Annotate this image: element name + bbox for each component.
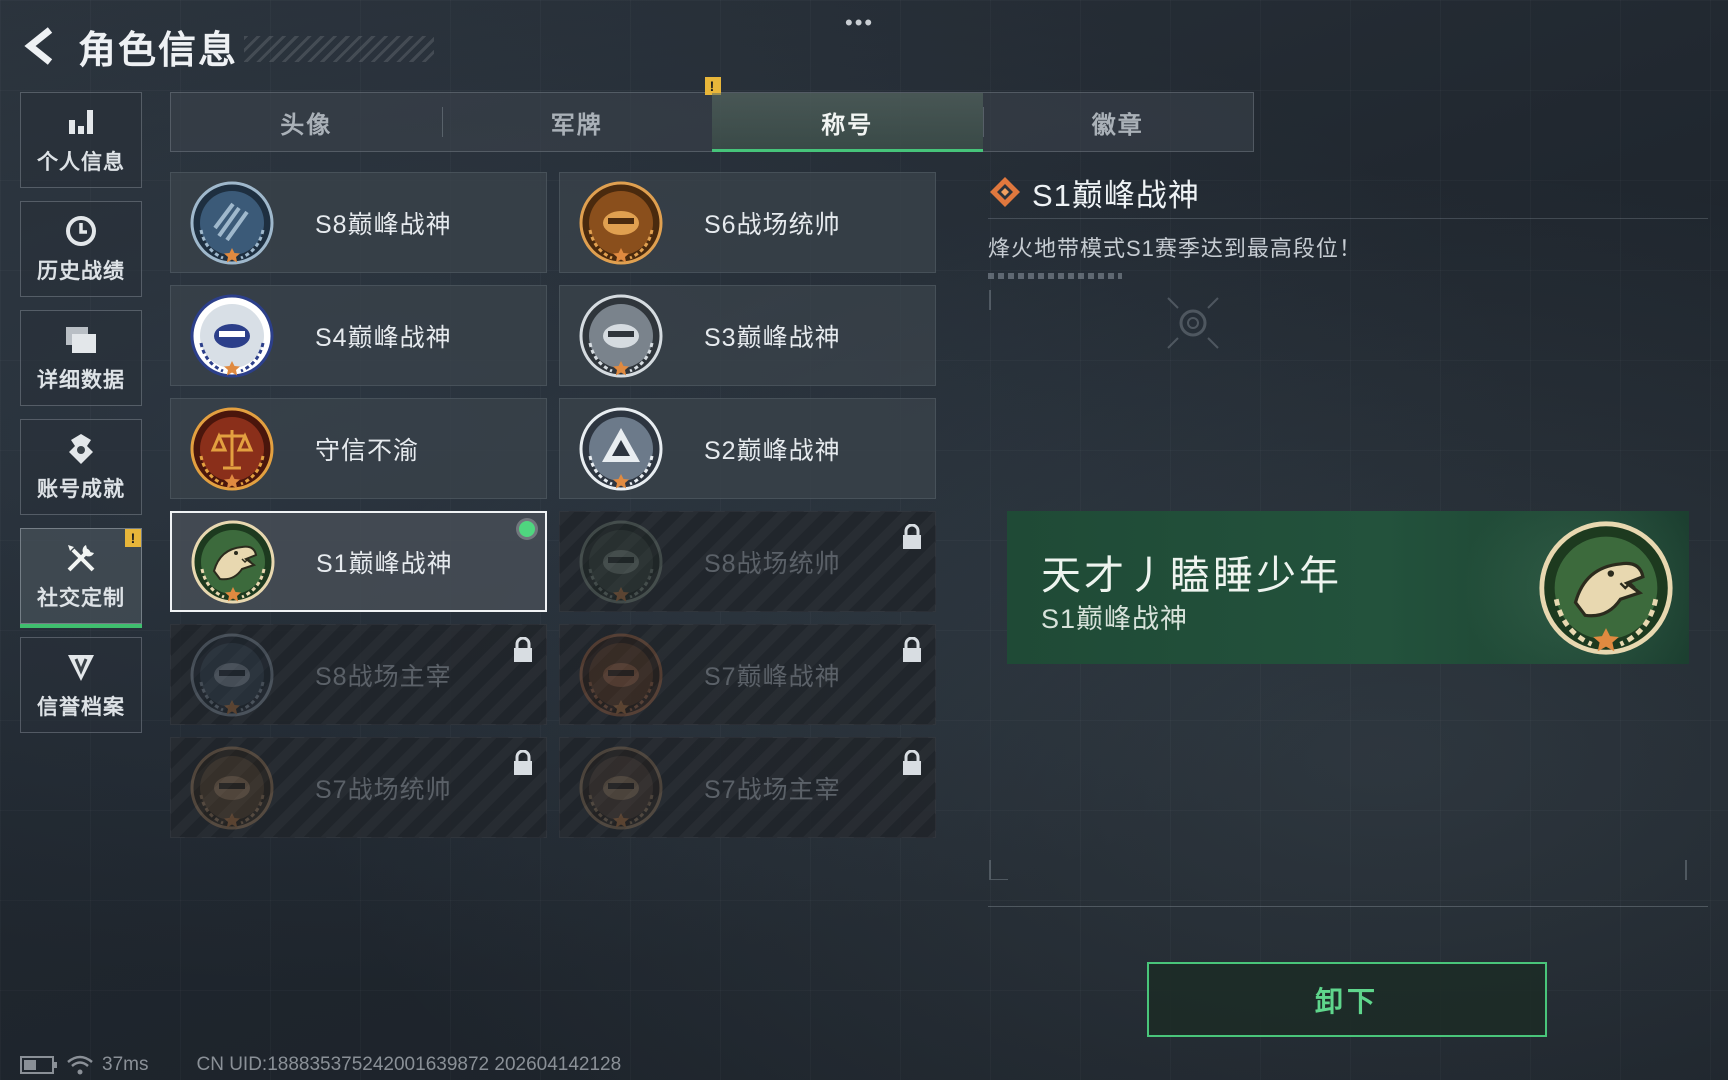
s6-commander-emblem (578, 180, 664, 266)
tab-dogtag[interactable]: 军牌 ! (441, 77, 721, 151)
detail-decoration (988, 273, 1122, 279)
s7-peak-emblem (578, 632, 664, 718)
title-card-name: S4巅峰战神 (315, 323, 452, 352)
tab-badge[interactable]: 徽章 (982, 93, 1254, 151)
crosshair-icon (1167, 297, 1219, 349)
achievement-icon (63, 431, 99, 467)
title-card[interactable]: S8巅峰战神 (170, 172, 547, 273)
title-card[interactable]: 守信不渝 (170, 398, 547, 499)
lock-icon (901, 749, 923, 776)
back-arrow-icon (24, 27, 53, 65)
sidebar-item-personal-info[interactable]: 个人信息 (20, 92, 142, 188)
lock-icon (512, 636, 534, 663)
bar-chart-icon (63, 104, 99, 140)
history-icon (63, 213, 99, 249)
sidebar-item-label: 社交定制 (37, 587, 125, 610)
title-card-name: S7战场统帅 (315, 775, 452, 804)
soldier-emblem (578, 745, 664, 831)
title-grid: S8巅峰战神 S6战场统帅 S4巅峰战神 S3巅峰战神守信不渝 S2巅峰战神 S1巅峰战神… (170, 172, 936, 838)
title-card[interactable]: S3巅峰战神 (559, 285, 936, 386)
title-card-name: S8战场统帅 (704, 549, 841, 578)
title-decoration (244, 36, 435, 62)
status-bar: 37ms CN UID:188835375242001639872 202604… (20, 1054, 621, 1076)
lock-icon (901, 636, 923, 663)
unequip-button[interactable]: 卸下 (1147, 962, 1547, 1037)
sidebar-item-credit[interactable]: 信誉档案 (20, 637, 142, 733)
more-menu-button[interactable]: ••• (845, 10, 874, 36)
scales-emblem (189, 406, 275, 492)
tank-emblem (578, 519, 664, 605)
sidebar-item-label: 详细数据 (37, 369, 125, 392)
title-card-name: S7战场主宰 (704, 775, 841, 804)
wifi-icon (67, 1055, 93, 1075)
crocodile-emblem (190, 519, 276, 605)
sidebar-item-label: 历史战绩 (37, 260, 125, 283)
title-card-name: 守信不渝 (315, 436, 420, 465)
sidebar-item-label: 信誉档案 (37, 696, 125, 719)
credit-icon (63, 649, 99, 685)
title-card[interactable]: S7战场主宰 (559, 737, 936, 838)
namecard-title: S1巅峰战神 (1041, 604, 1189, 634)
crocodile-emblem-large (1537, 519, 1675, 657)
equipped-indicator (519, 521, 535, 537)
folder-icon (63, 322, 99, 358)
title-card[interactable]: S8战场统帅 (559, 511, 936, 612)
s8-peak-emblem (189, 180, 275, 266)
category-tabs: 头像 军牌 ! 称号 徽章 (170, 77, 1254, 152)
page-title: 角色信息 (78, 29, 239, 72)
s3-peak-emblem (578, 293, 664, 379)
header: 角色信息 (18, 18, 435, 74)
uid-text: CN UID:188835375242001639872 20260414212… (196, 1054, 622, 1075)
sidebar: 个人信息 历史战绩 详细数据 账号成就 ! 社交定制 信誉档案 (20, 92, 144, 746)
tab-label: 军牌 (550, 111, 603, 139)
lock-icon (512, 749, 534, 776)
title-card[interactable]: S7巅峰战神 (559, 624, 936, 725)
sidebar-item-achievements[interactable]: 账号成就 (20, 419, 142, 515)
tab-title[interactable]: 称号 (712, 93, 983, 152)
title-card[interactable]: S7战场统帅 (170, 737, 547, 838)
title-card[interactable]: S2巅峰战神 (559, 398, 936, 499)
diamond-icon (990, 177, 1020, 207)
title-card[interactable]: S6战场统帅 (559, 172, 936, 273)
sidebar-item-history[interactable]: 历史战绩 (20, 201, 142, 297)
lock-icon (901, 523, 923, 550)
unequip-label: 卸下 (1314, 985, 1379, 1017)
sidebar-item-detail-data[interactable]: 详细数据 (20, 310, 142, 406)
sidebar-item-label: 账号成就 (37, 478, 125, 501)
divider (988, 906, 1708, 907)
title-card[interactable]: S4巅峰战神 (170, 285, 547, 386)
title-card-name: S2巅峰战神 (704, 436, 841, 465)
s2-peak-emblem (578, 406, 664, 492)
namecard-preview: 天才丿瞌睡少年 S1巅峰战神 (1007, 511, 1689, 664)
title-card[interactable]: S8战场主宰 (170, 624, 547, 725)
back-button[interactable] (18, 22, 66, 70)
title-card-name: S1巅峰战神 (316, 549, 453, 578)
title-card[interactable]: S1巅峰战神 (170, 511, 547, 612)
detail-description: 烽火地带模式S1赛季达到最高段位！ (988, 236, 1362, 261)
title-card-name: S3巅峰战神 (704, 323, 841, 352)
tools-icon (63, 540, 99, 576)
ping-value: 37ms (102, 1054, 149, 1075)
battery-icon (20, 1056, 57, 1074)
title-card-name: S7巅峰战神 (704, 662, 841, 691)
detail-header: S1巅峰战神 (988, 170, 1708, 219)
vehicle-emblem (189, 745, 275, 831)
tab-avatar[interactable]: 头像 (171, 93, 442, 151)
player-name: 天才丿瞌睡少年 (1041, 554, 1342, 598)
sidebar-item-social-custom[interactable]: ! 社交定制 (20, 528, 142, 628)
title-card-name: S8战场主宰 (315, 662, 452, 691)
title-card-name: S8巅峰战神 (315, 210, 452, 239)
s4-peak-emblem (189, 293, 275, 379)
detail-title-name: S1巅峰战神 (1032, 177, 1200, 213)
title-card-name: S6战场统帅 (704, 210, 841, 239)
warning-badge: ! (125, 529, 141, 547)
sidebar-item-label: 个人信息 (37, 151, 125, 174)
title-detail-panel: S1巅峰战神 烽火地带模式S1赛季达到最高段位！ (988, 170, 1708, 279)
building-emblem (189, 632, 275, 718)
